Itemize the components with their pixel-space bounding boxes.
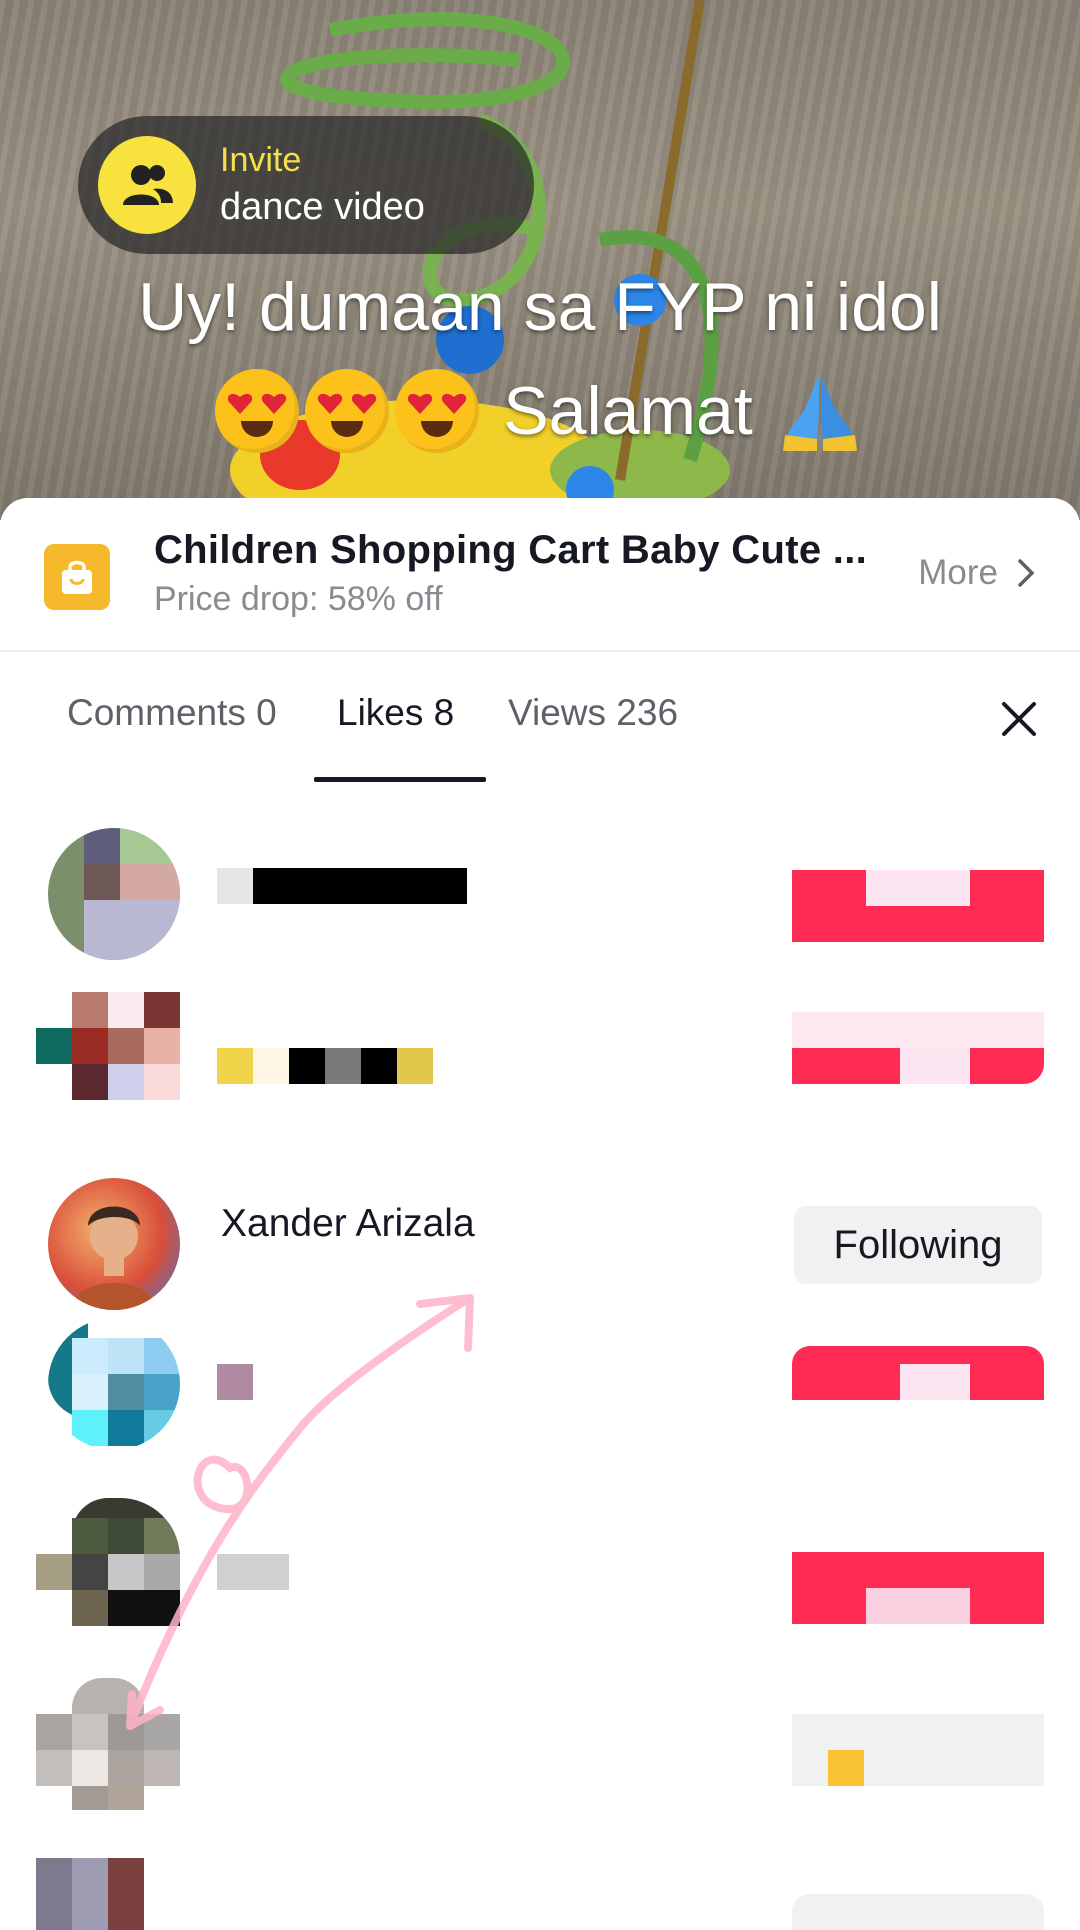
video-caption: Uy! dumaan sa FYP ni idol Salamat xyxy=(0,255,1080,463)
invite-subtitle: dance video xyxy=(220,186,425,228)
likes-sheet: Children Shopping Cart Baby Cute ... Pri… xyxy=(0,498,1080,1930)
caption-line-1: Uy! dumaan sa FYP ni idol xyxy=(138,269,942,345)
caption-line-2: Salamat xyxy=(503,373,753,449)
heart-eyes-emoji-icon xyxy=(215,369,300,453)
heart-eyes-emoji-icon xyxy=(305,369,390,453)
heart-eyes-emoji-icon xyxy=(395,369,480,453)
invite-title: Invite xyxy=(220,141,302,179)
invite-banner[interactable]: Invite dance video xyxy=(78,116,534,254)
video-background[interactable]: Invite dance video Uy! dumaan sa FYP ni … xyxy=(0,0,1080,520)
folded-hands-emoji-icon xyxy=(782,375,857,451)
arrow-annotation xyxy=(126,1294,474,1730)
people-icon xyxy=(98,136,196,234)
